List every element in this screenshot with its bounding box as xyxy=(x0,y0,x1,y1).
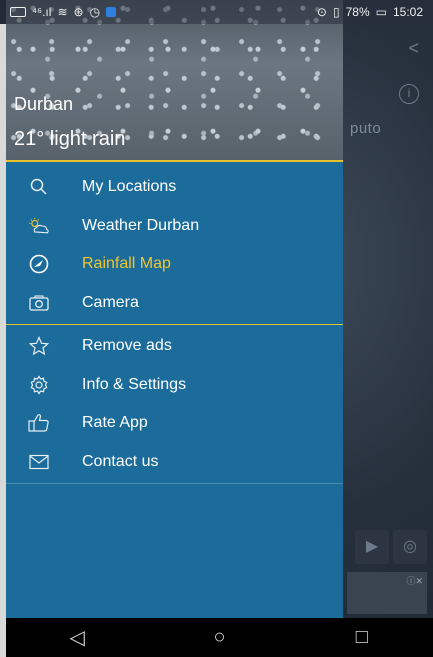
header-weather: 21° light rain xyxy=(14,128,126,150)
play-icon[interactable]: ▶ xyxy=(355,530,389,564)
system-navigation-bar: ◁ ○ □ xyxy=(6,618,433,657)
info-icon[interactable]: i xyxy=(399,84,419,104)
ad-close-icon[interactable]: ⓘ✕ xyxy=(406,574,423,587)
menu-item-remove-ads[interactable]: Remove ads xyxy=(6,327,343,366)
menu-divider xyxy=(6,324,343,325)
envelope-icon xyxy=(28,451,50,473)
signal-icon: ⁴⁶.ıl xyxy=(32,5,52,19)
menu-item-label: Camera xyxy=(82,293,139,311)
camera-icon xyxy=(28,292,50,314)
menu-item-info-settings[interactable]: Info & Settings xyxy=(6,366,343,405)
home-icon[interactable]: ○ xyxy=(199,626,239,649)
status-time: 15:02 xyxy=(392,5,423,19)
menu-item-label: Remove ads xyxy=(82,337,172,355)
battery-icon: ▭ xyxy=(375,5,387,19)
compass-icon xyxy=(28,253,50,275)
sim-icon xyxy=(10,7,26,17)
drawer-header: Durban 21° light rain xyxy=(6,0,343,162)
menu-item-camera[interactable]: Camera xyxy=(6,284,343,323)
menu-item-contact-us[interactable]: Contact us xyxy=(6,443,343,482)
header-city: Durban xyxy=(14,94,74,114)
location-icon[interactable]: ◎ xyxy=(393,530,427,564)
map-place-label: puto xyxy=(350,120,382,137)
star-icon xyxy=(28,335,50,357)
thumbs-up-icon xyxy=(28,412,50,434)
share-icon[interactable]: < xyxy=(408,38,419,59)
clock-icon: ◷ xyxy=(89,5,101,19)
navigation-drawer: Durban 21° light rain My Locations Weath… xyxy=(6,0,343,618)
app-icon xyxy=(106,7,117,17)
vibrate-icon: ▯ xyxy=(332,5,340,19)
gear-icon xyxy=(28,374,50,396)
wifi-icon: ≋ xyxy=(57,5,68,19)
location-status-icon: ⊙ xyxy=(316,5,327,19)
status-bar: ⁴⁶.ıl ≋ ⊛ ◷ ⊙ ▯ 78% ▭ 15:02 xyxy=(0,0,433,24)
menu-item-label: Weather Durban xyxy=(82,216,200,234)
drawer-menu: My Locations Weather Durban Rainfall Map… xyxy=(6,162,343,484)
menu-item-my-locations[interactable]: My Locations xyxy=(6,168,343,207)
search-icon xyxy=(28,176,50,198)
sync-icon: ⊛ xyxy=(73,5,84,19)
map-controls: ▶ ◎ xyxy=(355,530,427,564)
back-icon[interactable]: ◁ xyxy=(57,625,97,650)
recents-icon[interactable]: □ xyxy=(342,626,382,649)
menu-item-rainfall-map[interactable]: Rainfall Map xyxy=(6,245,343,284)
menu-item-label: Info & Settings xyxy=(82,375,187,393)
menu-item-weather-durban[interactable]: Weather Durban xyxy=(6,207,343,246)
menu-item-label: Contact us xyxy=(82,452,159,470)
battery-percent: 78% xyxy=(345,5,370,19)
menu-item-label: Rainfall Map xyxy=(82,255,171,273)
menu-item-rate-app[interactable]: Rate App xyxy=(6,404,343,443)
partly-cloudy-icon xyxy=(28,215,50,237)
menu-item-label: My Locations xyxy=(82,178,177,196)
menu-divider-bottom xyxy=(6,483,343,484)
menu-item-label: Rate App xyxy=(82,414,148,432)
ad-banner[interactable]: ⓘ✕ xyxy=(347,572,427,614)
